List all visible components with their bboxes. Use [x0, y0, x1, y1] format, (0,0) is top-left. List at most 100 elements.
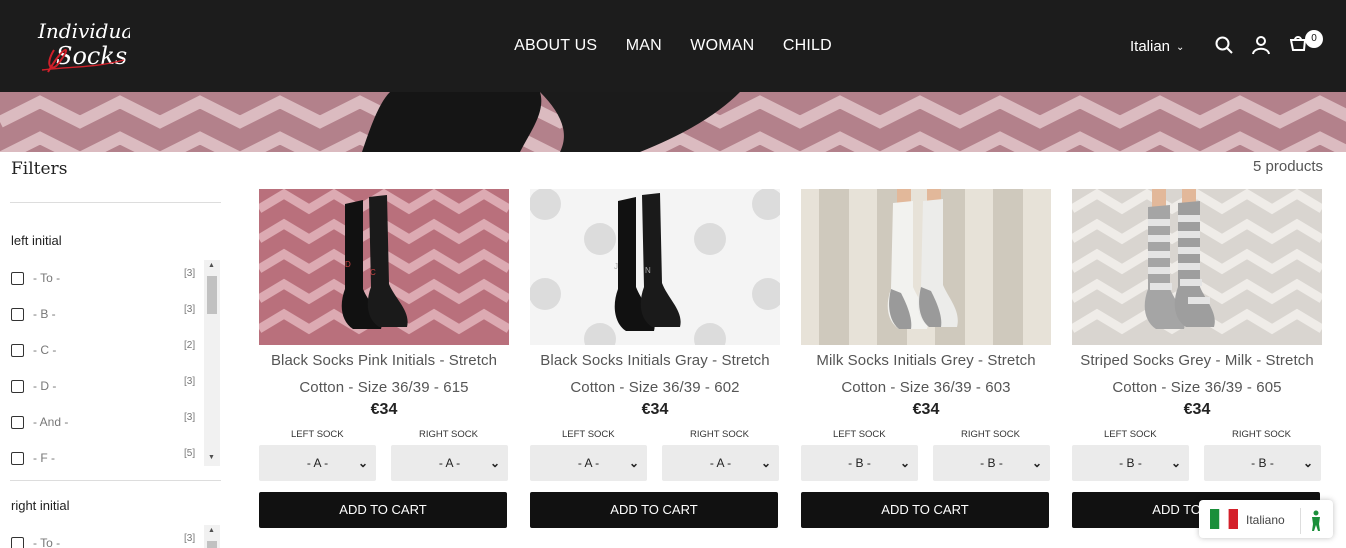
right-sock-value: - A - — [709, 456, 732, 470]
product-title-line: Black Socks Initials Gray - Stretch — [540, 352, 770, 369]
chevron-down-icon: ⌄ — [1176, 41, 1185, 53]
filter-heading-left-initial[interactable]: left initial — [11, 233, 62, 248]
right-sock-select[interactable]: - B - ⌄ — [933, 445, 1050, 481]
nav-man[interactable]: MAN — [626, 37, 662, 54]
nav-woman[interactable]: WOMAN — [690, 37, 754, 54]
filter-scrollbar[interactable]: ▲ — [204, 525, 220, 548]
filter-option[interactable]: - D - [3] — [10, 368, 220, 404]
search-icon[interactable] — [1214, 35, 1234, 55]
chevron-down-icon: ⌄ — [628, 456, 639, 470]
italian-flag-icon — [1210, 509, 1238, 529]
add-to-cart-button[interactable]: ADD TO CART — [530, 492, 778, 528]
product-price: €34 — [1183, 401, 1211, 418]
checkbox[interactable] — [11, 452, 24, 465]
nav-child[interactable]: CHILD — [783, 37, 832, 54]
filter-option-label: - To - — [33, 271, 61, 285]
checkbox[interactable] — [11, 537, 24, 548]
product-image[interactable] — [1072, 189, 1322, 345]
product-title[interactable]: Milk Socks Initials Grey - Stretch Cotto… — [801, 347, 1051, 401]
left-sock-select[interactable]: - A - ⌄ — [530, 445, 647, 481]
filter-option-count: [3] — [184, 268, 196, 279]
account-icon[interactable] — [1251, 35, 1271, 55]
product-title-line: Milk Socks Initials Grey - Stretch — [816, 352, 1036, 369]
filter-option-count: [3] — [184, 304, 196, 315]
language-widget[interactable]: Italiano — [1199, 500, 1333, 538]
left-sock-value: - A - — [306, 456, 329, 470]
filter-option-label: - B - — [33, 307, 56, 321]
right-sock-label: RIGHT SOCK — [690, 429, 749, 440]
product-title-line: Cotton - Size 36/39 - 603 — [841, 379, 1011, 396]
filter-option[interactable]: - To - [3] — [10, 260, 220, 296]
scroll-up-icon[interactable]: ▲ — [208, 527, 215, 534]
product-image[interactable]: D C — [259, 189, 509, 345]
product-count: 5 products — [1253, 158, 1324, 175]
right-sock-value: - B - — [1251, 456, 1274, 470]
filter-heading-right-initial[interactable]: right initial — [11, 498, 70, 513]
scroll-thumb[interactable] — [207, 541, 217, 548]
language-widget-label: Italiano — [1246, 513, 1285, 527]
filter-option[interactable]: - C - [2] — [10, 332, 220, 368]
product-title-line: Striped Socks Grey - Milk - Stretch — [1080, 352, 1314, 369]
filter-option-count: [2] — [184, 340, 196, 351]
product-title[interactable]: Striped Socks Grey - Milk - Stretch Cott… — [1072, 347, 1322, 401]
svg-text:J: J — [614, 262, 618, 271]
svg-text:C: C — [370, 268, 376, 277]
scroll-up-icon[interactable]: ▲ — [208, 262, 215, 269]
product-title-line: Cotton - Size 36/39 - 615 — [299, 379, 469, 396]
language-label: Italian — [1130, 38, 1171, 55]
filter-option[interactable]: - B - [3] — [10, 296, 220, 332]
product-card: J N Black Socks Initials Gray - Stretch … — [530, 189, 780, 528]
checkbox[interactable] — [11, 272, 24, 285]
right-sock-label: RIGHT SOCK — [419, 429, 478, 440]
left-sock-value: - B - — [848, 456, 871, 470]
scroll-thumb[interactable] — [207, 276, 217, 314]
left-sock-select[interactable]: - A - ⌄ — [259, 445, 376, 481]
product-price: €34 — [641, 401, 669, 418]
divider — [10, 480, 221, 481]
cart-count-badge: 0 — [1305, 30, 1323, 48]
left-sock-label: LEFT SOCK — [833, 429, 886, 440]
product-title[interactable]: Black Socks Initials Gray - Stretch Cott… — [530, 347, 780, 401]
filter-option-count: [3] — [184, 376, 196, 387]
chevron-down-icon: ⌄ — [1031, 456, 1042, 470]
accessibility-icon[interactable] — [1300, 508, 1330, 534]
product-title[interactable]: Black Socks Pink Initials - Stretch Cott… — [259, 347, 509, 401]
filter-option-count: [3] — [184, 533, 196, 544]
right-sock-label: RIGHT SOCK — [961, 429, 1020, 440]
filter-option-label: - C - — [33, 343, 57, 357]
filter-scrollbar[interactable]: ▲ ▼ — [204, 260, 220, 466]
filter-option[interactable]: - F - [5] — [10, 440, 220, 470]
product-image[interactable] — [801, 189, 1051, 345]
left-sock-value: - B - — [1119, 456, 1142, 470]
chevron-down-icon: ⌄ — [1170, 456, 1181, 470]
right-sock-select[interactable]: - A - ⌄ — [391, 445, 508, 481]
scroll-down-icon[interactable]: ▼ — [208, 454, 215, 461]
add-to-cart-button[interactable]: ADD TO CART — [259, 492, 507, 528]
left-sock-select[interactable]: - B - ⌄ — [1072, 445, 1189, 481]
filter-option[interactable]: - And - [3] — [10, 404, 220, 440]
checkbox[interactable] — [11, 308, 24, 321]
product-title-line: Black Socks Pink Initials - Stretch — [270, 352, 498, 369]
filter-option-count: [5] — [184, 448, 196, 459]
add-to-cart-button[interactable]: ADD TO CART — [801, 492, 1049, 528]
checkbox[interactable] — [11, 416, 24, 429]
right-sock-value: - A - — [438, 456, 461, 470]
right-sock-select[interactable]: - A - ⌄ — [662, 445, 779, 481]
sock-labels: LEFT SOCK RIGHT SOCK — [801, 425, 1051, 445]
product-image[interactable]: J N — [530, 189, 780, 345]
checkbox[interactable] — [11, 344, 24, 357]
hero-banner — [0, 92, 1346, 152]
sock-selects: - B - ⌄ - B - ⌄ — [1072, 445, 1322, 483]
filter-option-count: [3] — [184, 412, 196, 423]
right-sock-select[interactable]: - B - ⌄ — [1204, 445, 1321, 481]
left-initial-list: - To - [3] - B - [3] - C - [2] - D - [3]… — [10, 260, 220, 470]
chevron-down-icon: ⌄ — [357, 456, 368, 470]
left-sock-label: LEFT SOCK — [1104, 429, 1157, 440]
filter-option-label: - And - — [33, 415, 69, 429]
filter-option[interactable]: - To - [3] — [10, 525, 220, 548]
left-sock-label: LEFT SOCK — [562, 429, 615, 440]
checkbox[interactable] — [11, 380, 24, 393]
language-selector[interactable]: Italian ⌄ — [1130, 38, 1184, 55]
left-sock-select[interactable]: - B - ⌄ — [801, 445, 918, 481]
nav-about-us[interactable]: ABOUT US — [514, 37, 597, 54]
